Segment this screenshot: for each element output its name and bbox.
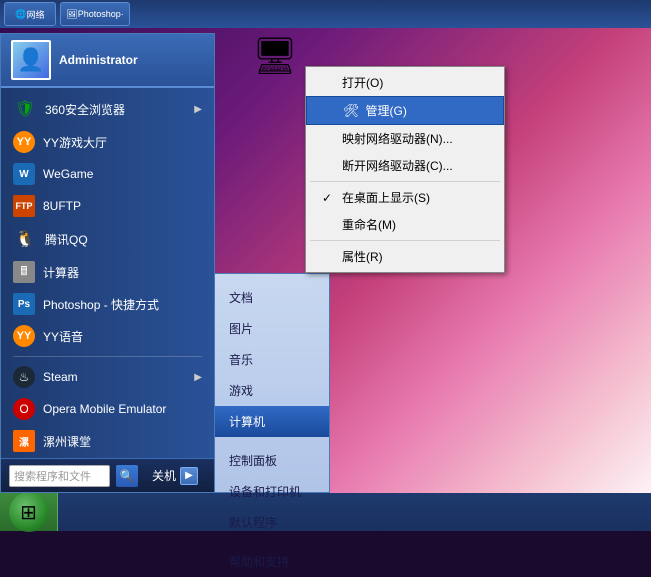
start-menu-footer: 搜索程序和文件 🔍 关机 ▶ — [1, 458, 214, 492]
menu-item-lol[interactable]: ⚔ 英雄联盟 — [1, 457, 214, 458]
taskbar-top: 🌐 网络 🖼 Photoshop· — [0, 0, 651, 28]
check-show-desktop: ✓ — [322, 191, 336, 205]
start-orb: ⊞ — [9, 492, 49, 532]
icon-yy2: YY — [13, 325, 35, 347]
start-button[interactable]: ⊞ — [0, 493, 58, 531]
context-item-properties[interactable]: 属性(R) — [306, 243, 504, 270]
search-placeholder: 搜索程序和文件 — [14, 468, 91, 484]
label-sw: 漯州课堂 — [43, 433, 91, 450]
label-manage: 管理(G) — [366, 102, 407, 119]
icon-yy: YY — [13, 131, 35, 153]
start-menu-right-panel: 文档 图片 音乐 游戏 计算机 控制面板 设备和打印机 默认程序 帮助和支持 — [215, 273, 330, 493]
context-item-show-desktop[interactable]: ✓ 在桌面上显示(S) — [306, 184, 504, 211]
right-item-pictures[interactable]: 图片 — [215, 313, 329, 344]
label-qq: 腾讯QQ — [45, 231, 88, 248]
right-item-games[interactable]: 游戏 — [215, 375, 329, 406]
menu-item-qq[interactable]: 🐧 腾讯QQ — [1, 222, 214, 256]
menu-item-opera[interactable]: O Opera Mobile Emulator — [1, 393, 214, 425]
shutdown-label: 关机 — [152, 467, 176, 484]
menu-item-wegame[interactable]: W WeGame — [1, 158, 214, 190]
taskbar-icon-photoshop[interactable]: 🖼 Photoshop· — [60, 2, 130, 26]
icon-ps: Ps — [13, 293, 35, 315]
manage-icon: 🛠 — [343, 103, 360, 119]
separator-1 — [13, 356, 202, 357]
start-menu: 👤 Administrator 🛡 360安全浏览器 ▶ YY YY游戏大厅 W… — [0, 33, 215, 493]
label-open: 打开(O) — [342, 74, 383, 91]
label-yy2: YY语音 — [43, 328, 83, 345]
icon-sw: 漯 — [13, 430, 35, 452]
menu-item-steam[interactable]: ♨ Steam ▶ — [1, 361, 214, 393]
label-map-drive: 映射网络驱动器(N)... — [342, 130, 453, 147]
user-avatar: 👤 — [11, 40, 51, 80]
context-item-open[interactable]: 打开(O) — [306, 69, 504, 96]
menu-items-list: 🛡 360安全浏览器 ▶ YY YY游戏大厅 W WeGame FTP 8UFT… — [1, 88, 214, 458]
right-item-documents[interactable]: 文档 — [215, 282, 329, 313]
context-item-disconnect-drive[interactable]: 断开网络驱动器(C)... — [306, 152, 504, 179]
label-steam: Steam — [43, 370, 78, 384]
arrow-steam: ▶ — [194, 372, 202, 383]
arrow-360: ▶ — [194, 104, 202, 115]
right-item-defaults[interactable]: 默认程序 — [215, 507, 329, 538]
right-item-computer[interactable]: 计算机 — [215, 406, 329, 437]
label-properties: 属性(R) — [342, 248, 383, 265]
menu-item-calc[interactable]: 🖩 计算器 — [1, 256, 214, 288]
network-label: 网络 — [27, 8, 45, 21]
menu-item-ps[interactable]: Ps Photoshop - 快捷方式 — [1, 288, 214, 320]
menu-item-yy2[interactable]: YY YY语音 — [1, 320, 214, 352]
menu-item-sw[interactable]: 漯 漯州课堂 — [1, 425, 214, 457]
user-name: Administrator — [59, 53, 138, 67]
taskbar-icon-network[interactable]: 🌐 网络 — [4, 2, 56, 26]
start-menu-header: 👤 Administrator — [1, 34, 214, 88]
search-bar[interactable]: 搜索程序和文件 — [9, 465, 110, 487]
right-item-music[interactable]: 音乐 — [215, 344, 329, 375]
right-item-help[interactable]: 帮助和支持 — [215, 546, 329, 577]
computer-desktop-icon[interactable]: 🖥 — [235, 35, 315, 77]
context-item-manage[interactable]: 🛠 管理(G) — [306, 96, 504, 125]
start-menu-body: 🛡 360安全浏览器 ▶ YY YY游戏大厅 W WeGame FTP 8UFT… — [1, 88, 214, 458]
icon-wegame: W — [13, 163, 35, 185]
label-wegame: WeGame — [43, 167, 93, 181]
label-disconnect: 断开网络驱动器(C)... — [342, 157, 453, 174]
context-sep-1 — [310, 181, 500, 182]
context-item-map-drive[interactable]: 映射网络驱动器(N)... — [306, 125, 504, 152]
icon-ftp: FTP — [13, 195, 35, 217]
photoshop-icon: 🖼 — [66, 9, 77, 20]
label-show-desktop: 在桌面上显示(S) — [342, 189, 430, 206]
label-ps: Photoshop - 快捷方式 — [43, 296, 159, 313]
label-rename: 重命名(M) — [342, 216, 396, 233]
label-yy: YY游戏大厅 — [43, 134, 107, 151]
icon-opera: O — [13, 398, 35, 420]
menu-item-ftp[interactable]: FTP 8UFTP — [1, 190, 214, 222]
shutdown-area: 关机 ▶ — [144, 459, 206, 493]
icon-calc: 🖩 — [13, 261, 35, 283]
label-calc: 计算器 — [43, 264, 79, 281]
computer-icon-image: 🖥 — [252, 35, 298, 77]
right-item-control-panel[interactable]: 控制面板 — [215, 445, 329, 476]
network-icon: 🌐 — [15, 9, 26, 20]
icon-steam: ♨ — [13, 366, 35, 388]
menu-item-360[interactable]: 🛡 360安全浏览器 ▶ — [1, 92, 214, 126]
context-item-rename[interactable]: 重命名(M) — [306, 211, 504, 238]
right-item-devices[interactable]: 设备和打印机 — [215, 476, 329, 507]
shutdown-arrow-btn[interactable]: ▶ — [180, 467, 198, 485]
icon-360: 🛡 — [13, 97, 37, 121]
search-icon: 🔍 — [120, 469, 135, 483]
label-360: 360安全浏览器 — [45, 101, 125, 118]
search-button[interactable]: 🔍 — [116, 465, 138, 487]
icon-qq: 🐧 — [13, 227, 37, 251]
context-menu: 打开(O) 🛠 管理(G) 映射网络驱动器(N)... 断开网络驱动器(C)..… — [305, 66, 505, 273]
menu-item-yy[interactable]: YY YY游戏大厅 — [1, 126, 214, 158]
label-ftp: 8UFTP — [43, 199, 81, 213]
photoshop-label: Photoshop· — [78, 9, 124, 19]
context-sep-2 — [310, 240, 500, 241]
label-opera: Opera Mobile Emulator — [43, 402, 166, 416]
shutdown-button[interactable]: 关机 ▶ — [144, 459, 206, 493]
